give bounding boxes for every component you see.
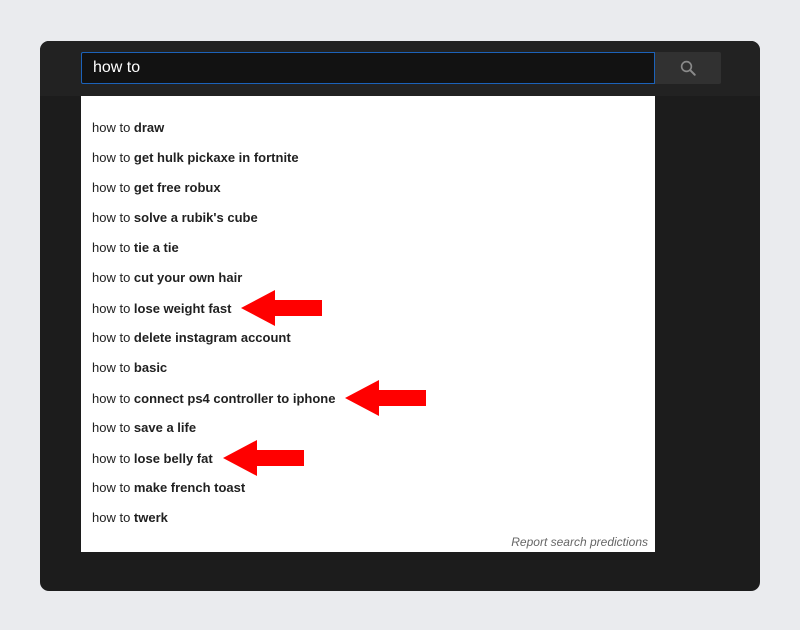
suggestion-typed-text: how to: [92, 300, 134, 316]
suggestion-completion-text: lose belly fat: [133, 450, 213, 466]
suggestion-item[interactable]: how to get hulk pickaxe in fortnite: [81, 143, 655, 173]
search-icon: [680, 60, 696, 76]
suggestion-item[interactable]: how to connect ps4 controller to iphone: [81, 380, 655, 416]
suggestion-typed-text: how to: [92, 150, 134, 165]
suggestion-typed-text: how to: [92, 390, 134, 406]
app-window: how to drawhow to get hulk pickaxe in fo…: [40, 41, 760, 591]
suggestion-completion-text: delete instagram account: [133, 330, 291, 345]
suggestion-item[interactable]: how to make french toast: [81, 473, 655, 503]
suggestion-typed-text: how to: [92, 360, 134, 375]
suggestion-completion-text: save a life: [133, 420, 197, 435]
suggestion-item[interactable]: how to draw: [81, 113, 655, 143]
suggestion-completion-text: solve a rubik's cube: [133, 210, 258, 225]
suggestion-item[interactable]: how to delete instagram account: [81, 323, 655, 353]
report-search-predictions-link[interactable]: Report search predictions: [511, 535, 648, 549]
search-input[interactable]: [81, 52, 655, 84]
suggestion-typed-text: how to: [92, 180, 134, 195]
search-button[interactable]: [655, 52, 721, 84]
suggestion-completion-text: cut your own hair: [133, 270, 243, 285]
suggestion-completion-text: connect ps4 controller to iphone: [133, 390, 336, 406]
suggestion-completion-text: lose weight fast: [133, 300, 232, 316]
suggestion-typed-text: how to: [92, 270, 134, 285]
suggestion-completion-text: get free robux: [133, 180, 221, 195]
search-bar: [40, 41, 760, 96]
suggestion-typed-text: how to: [92, 420, 134, 435]
suggestion-item[interactable]: how to get free robux: [81, 173, 655, 203]
suggestion-completion-text: make french toast: [133, 480, 246, 495]
suggestion-item[interactable]: how to lose weight fast: [81, 290, 655, 326]
suggestion-completion-text: basic: [133, 360, 168, 375]
suggestion-item[interactable]: how to cut your own hair: [81, 263, 655, 293]
red-arrow-annotation-icon: [241, 290, 323, 326]
suggestion-list: how to draw how to get hulk pickaxe in fo…: [81, 96, 655, 533]
suggestion-completion-text: tie a tie: [133, 240, 179, 255]
suggestion-typed-text: how to: [92, 510, 134, 525]
suggestion-completion-text: draw: [133, 120, 165, 135]
suggestion-completion-text: get hulk pickaxe in fortnite: [133, 150, 299, 165]
suggestion-typed-text: how to: [92, 450, 134, 466]
suggestion-item[interactable]: how to save a life: [81, 413, 655, 443]
suggestion-typed-text: how to: [92, 480, 134, 495]
suggestion-completion-text: twerk: [133, 510, 168, 525]
suggestion-item[interactable]: how to solve a rubik's cube: [81, 203, 655, 233]
suggestion-item[interactable]: how to twerk: [81, 503, 655, 533]
suggestion-typed-text: how to: [92, 210, 134, 225]
red-arrow-annotation-icon: [222, 440, 304, 476]
suggestion-item[interactable]: how to tie a tie: [81, 233, 655, 263]
suggestions-dropdown: how to draw how to get hulk pickaxe in fo…: [81, 96, 655, 552]
suggestion-typed-text: how to: [92, 120, 134, 135]
suggestion-item[interactable]: how to basic: [81, 353, 655, 383]
suggestion-typed-text: how to: [92, 330, 134, 345]
suggestion-item[interactable]: how to lose belly fat: [81, 440, 655, 476]
red-arrow-annotation-icon: [345, 380, 427, 416]
suggestion-typed-text: how to: [92, 240, 134, 255]
